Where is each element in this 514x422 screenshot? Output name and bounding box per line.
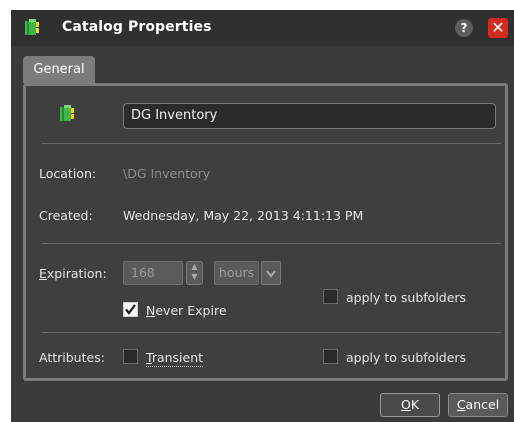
transient-checkbox[interactable]: [123, 349, 138, 364]
location-value: \DG Inventory: [123, 166, 211, 181]
never-expire-mnemonic: N: [146, 303, 156, 318]
expiration-unit-select[interactable]: hours: [214, 261, 259, 285]
attributes-apply-subfolders-label: apply to subfolders: [346, 350, 467, 365]
help-button[interactable]: ?: [455, 19, 473, 37]
title-bar: Catalog Properties ? ✕: [11, 10, 514, 46]
general-panel: DG Inventory Location: \DG Inventory Cre…: [23, 83, 508, 381]
tab-general[interactable]: General: [23, 56, 95, 83]
expiration-apply-subfolders-checkbox[interactable]: [323, 289, 338, 304]
expiration-label-rest: xpiration:: [46, 266, 107, 281]
never-expire-label: Never Expire: [146, 303, 227, 318]
divider: [42, 332, 501, 333]
ok-label-rest: K: [410, 397, 420, 412]
chevron-down-icon: [266, 270, 276, 278]
expiration-mnemonic: E: [39, 266, 47, 281]
unit-dropdown-button[interactable]: [261, 261, 281, 285]
created-label: Created:: [39, 208, 93, 223]
expiration-amount-input[interactable]: 168: [123, 261, 183, 285]
cancel-button[interactable]: Cancel: [448, 393, 508, 417]
cancel-mnemonic: C: [456, 397, 466, 412]
ok-button[interactable]: OK: [380, 393, 440, 417]
ok-mnemonic: O: [400, 397, 411, 412]
cancel-label-rest: ancel: [465, 397, 500, 412]
spinner-updown-icon[interactable]: ▲ ▼: [186, 261, 203, 285]
catalog-book-icon: [25, 19, 39, 35]
attributes-apply-subfolders-checkbox[interactable]: [323, 349, 338, 364]
catalog-name-input[interactable]: DG Inventory: [123, 103, 496, 129]
created-value: Wednesday, May 22, 2013 4:11:13 PM: [123, 208, 364, 223]
close-button[interactable]: ✕: [488, 18, 508, 38]
never-expire-label-rest: ever Expire: [155, 303, 227, 318]
dialog-title: Catalog Properties: [62, 19, 212, 35]
divider: [42, 143, 501, 144]
expiration-apply-subfolders-label: apply to subfolders: [346, 290, 467, 305]
attributes-label: Attributes:: [39, 350, 105, 365]
catalog-book-icon: [60, 105, 74, 121]
location-label: Location:: [39, 166, 97, 181]
never-expire-checkbox[interactable]: [123, 302, 138, 317]
divider: [42, 243, 501, 244]
checkmark-icon: [125, 304, 136, 315]
transient-label: Transient: [146, 350, 204, 367]
expiration-label: Expiration:: [39, 266, 107, 281]
catalog-properties-dialog: Catalog Properties ? ✕ General DG Invent…: [11, 10, 514, 422]
transient-label-rest: ransient: [151, 350, 204, 365]
